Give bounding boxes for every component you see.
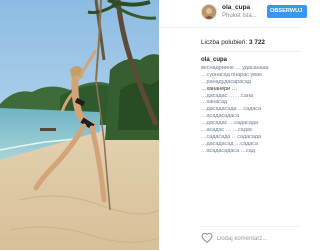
caption-line: …садасада …садасада xyxy=(201,133,261,140)
post-side-panel: ola_cupa Phuket Isla... OBSERWUJ Liczba … xyxy=(159,0,307,251)
post-photo[interactable] xyxy=(0,0,159,250)
caption-line: …суонасад онарас увао xyxy=(201,71,262,78)
post-header: ola_cupa Phuket Isla... OBSERWUJ xyxy=(159,0,307,28)
caption-line: …дасадасад …садаса xyxy=(201,140,258,147)
follow-button[interactable]: OBSERWUJ xyxy=(267,5,307,18)
caption-line: …хананери … xyxy=(201,85,238,92)
avatar-image xyxy=(202,5,216,19)
caption-line: …асадасадаса …сад xyxy=(201,147,255,154)
caption-line: …дасадасада …садаса xyxy=(201,106,261,113)
beach-rope-swing-photo xyxy=(0,0,159,250)
location-link[interactable]: Phuket Isla... xyxy=(222,13,257,19)
likes-label: Liczba polubień: xyxy=(201,39,248,46)
likes-count: 3 722 xyxy=(248,39,265,46)
instagram-post: ola_cupa Phuket Isla... OBSERWUJ Liczba … xyxy=(0,0,307,251)
likes-count-row[interactable]: Liczba polubień: 3 722 xyxy=(201,39,265,46)
caption-author-link[interactable]: ola_cupa xyxy=(201,57,299,64)
caption-line: …ранадудасарасад xyxy=(201,78,251,85)
post-caption: ola_cupa веснадриине … удасанааа …суонас… xyxy=(201,57,299,155)
caption-line: веснадриине … удасанааа xyxy=(201,64,269,71)
caption-line: …дасадас … …сана xyxy=(201,92,253,99)
caption-line: …асадасадаса xyxy=(201,113,239,120)
comment-bar xyxy=(199,226,300,251)
username-link[interactable]: ola_cupa xyxy=(222,4,250,11)
divider xyxy=(199,51,300,52)
avatar[interactable] xyxy=(201,4,217,20)
comment-input[interactable] xyxy=(217,233,297,244)
caption-line: …дасадас …садасада xyxy=(201,120,258,127)
caption-line: …асадас … …садас xyxy=(201,127,253,134)
heart-icon[interactable] xyxy=(201,232,213,244)
caption-line: …ханасад xyxy=(201,99,228,106)
